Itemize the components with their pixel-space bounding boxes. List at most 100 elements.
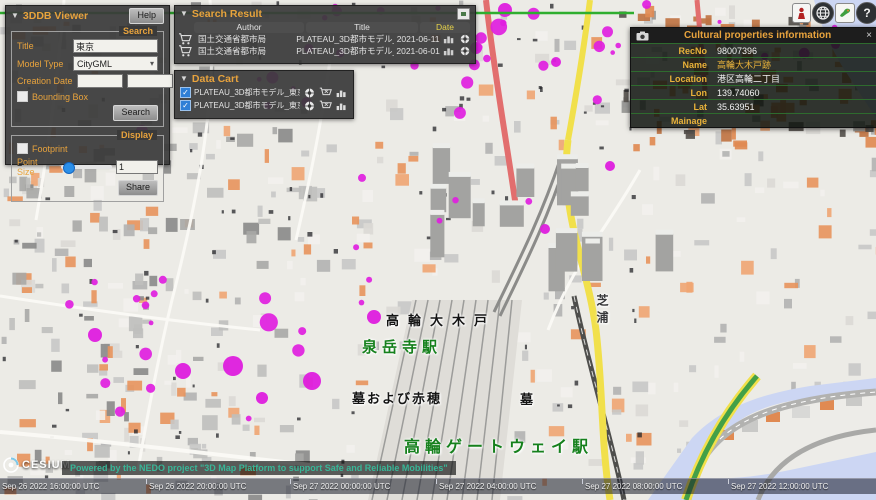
zoom-to-icon[interactable] xyxy=(303,100,316,112)
field-value: 98007396 xyxy=(717,46,757,56)
camera-icon[interactable] xyxy=(636,31,649,41)
field-label: Lon xyxy=(631,88,717,98)
add-to-cart-icon[interactable] xyxy=(178,33,192,45)
field-label: Lat xyxy=(631,102,717,112)
map-label-shibaura: 芝浦 xyxy=(594,294,611,328)
field-value: 139.74060 xyxy=(717,88,760,98)
map-label-takanawa-okido: 高輪大木戸 xyxy=(386,310,496,329)
collapse-icon[interactable]: ▼ xyxy=(180,10,188,18)
scene-mode-button[interactable] xyxy=(812,2,834,24)
creation-date-to-input[interactable] xyxy=(127,74,173,88)
map-label-grave: 墓 xyxy=(520,389,533,408)
timeline-tick-label: Sep 27 2022 04:00:00 UTC xyxy=(439,482,536,491)
result-title: PLATEAU_3D都市モデル_東京都… xyxy=(296,45,394,57)
model-type-value: CityGML xyxy=(77,59,150,69)
timeline-tick-label: Sep 27 2022 00:00:00 UTC xyxy=(293,482,390,491)
base-layer-picker-button[interactable] xyxy=(835,3,855,23)
timeline-tick-label: Sep 27 2022 08:00:00 UTC xyxy=(585,482,682,491)
cultural-legend-button[interactable] xyxy=(792,3,811,23)
map-label-takanawa-gateway-station: 高輪ゲートウェイ駅 xyxy=(404,433,593,457)
info-row: RecNo 98007396 xyxy=(631,43,876,57)
cultural-properties-panel: Cultural properties information × RecNo … xyxy=(630,27,876,128)
info-row: Name 高輪大木戸跡 xyxy=(631,57,876,71)
field-label: Mainage xyxy=(631,116,717,126)
timeline-tickmark xyxy=(146,479,147,484)
cart-item-label: PLATEAU_3D都市モデル_東京都… xyxy=(194,87,300,98)
cesium-logo[interactable]: CESIUM xyxy=(3,457,71,473)
metadata-icon[interactable] xyxy=(335,87,348,99)
zoom-to-icon[interactable] xyxy=(303,87,316,99)
panel-title: Data Cart xyxy=(192,73,348,85)
panel-title: 3DDB Viewer xyxy=(23,10,126,22)
point-size-input[interactable] xyxy=(116,160,158,174)
title-label: Title xyxy=(17,41,69,51)
search-button[interactable]: Search xyxy=(113,105,158,121)
collapse-icon[interactable]: ▼ xyxy=(180,75,188,83)
data-cart-panel: ▼ Data Cart ✓ PLATEAU_3D都市モデル_東京都… ✓ PLA… xyxy=(174,70,354,119)
metadata-icon[interactable] xyxy=(442,45,456,57)
timeline-tickmark xyxy=(436,479,437,484)
info-row: Lon 139.74060 xyxy=(631,85,876,99)
timeline-tick-label: Sep 27 2022 12:00:00 UTC xyxy=(731,482,828,491)
collapse-icon[interactable]: ▼ xyxy=(11,12,19,20)
display-legend: Display xyxy=(117,130,157,140)
add-to-cart-icon[interactable] xyxy=(178,45,192,57)
panel-title: Search Result xyxy=(192,8,453,20)
bounding-box-checkbox[interactable] xyxy=(17,91,28,102)
attribution-text: Powered by the NEDO project "3D Map Plat… xyxy=(62,461,456,475)
metadata-icon[interactable] xyxy=(335,100,348,112)
list-item[interactable]: ✓ PLATEAU_3D都市モデル_東京都… xyxy=(175,86,353,99)
field-value: 35.63951 xyxy=(717,102,755,112)
export-icon[interactable] xyxy=(457,8,470,20)
remove-from-cart-icon[interactable] xyxy=(319,87,332,99)
point-size-label: Point Size xyxy=(17,157,57,177)
column-header-author[interactable]: Author xyxy=(194,22,304,33)
creation-date-from-input[interactable] xyxy=(77,74,123,88)
result-date: 2021-06-11 xyxy=(396,34,440,44)
panel-title: Cultural properties information xyxy=(653,30,862,41)
cart-item-checkbox[interactable]: ✓ xyxy=(180,87,191,98)
result-date: 2021-06-01 xyxy=(396,46,440,56)
field-label: Location xyxy=(631,74,717,84)
timeline-tick-label: Sep 26 2022 20:00:00 UTC xyxy=(149,482,246,491)
list-item[interactable]: ✓ PLATEAU_3D都市モデル_東京都… xyxy=(175,99,353,112)
help-button[interactable]: Help xyxy=(129,8,164,24)
timeline-tickmark xyxy=(728,479,729,484)
metadata-icon[interactable] xyxy=(442,33,456,45)
point-size-slider[interactable] xyxy=(61,165,112,169)
bounding-box-label: Bounding Box xyxy=(32,92,88,102)
column-header-date[interactable]: Date xyxy=(420,22,470,33)
help-button[interactable]: ? xyxy=(856,2,876,24)
result-author: 国土交通省都市局 xyxy=(194,33,294,45)
model-type-label: Model Type xyxy=(17,59,69,69)
field-label: Name xyxy=(631,60,717,70)
timeline-tickmark xyxy=(290,479,291,484)
creation-date-label: Creation Date xyxy=(17,76,73,86)
share-button[interactable]: Share xyxy=(118,180,158,196)
zoom-to-icon[interactable] xyxy=(458,45,472,57)
timeline-tick-label: Sep 26 2022 16:00:00 UTC xyxy=(2,482,99,491)
remove-from-cart-icon[interactable] xyxy=(319,100,332,112)
timeline-scrubber[interactable]: Sep 26 2022 16:00:00 UTC Sep 26 2022 20:… xyxy=(0,478,876,494)
result-title: PLATEAU_3D都市モデル_東京都… xyxy=(296,33,394,45)
cesium-globe-icon xyxy=(3,457,19,473)
column-header-title[interactable]: Title xyxy=(306,22,418,33)
search-legend: Search xyxy=(119,26,157,36)
close-icon[interactable]: × xyxy=(866,31,872,41)
field-value: 港区高輪二丁目 xyxy=(717,72,780,85)
map-label-graves: 墓および赤穂 xyxy=(352,388,442,407)
timeline-tickmark xyxy=(582,479,583,484)
footprint-checkbox[interactable] xyxy=(17,143,28,154)
title-input[interactable] xyxy=(73,39,158,53)
japan-map-icon xyxy=(838,7,852,19)
footprint-label: Footprint xyxy=(32,144,68,154)
table-row[interactable]: 国土交通省都市局 PLATEAU_3D都市モデル_東京都… 2021-06-11 xyxy=(175,33,475,45)
table-row[interactable]: 国土交通省都市局 PLATEAU_3D都市モデル_東京都… 2021-06-01 xyxy=(175,45,475,57)
zoom-to-icon[interactable] xyxy=(458,33,472,45)
field-label: RecNo xyxy=(631,46,717,56)
app-window: 高輪大木戸 泉岳寺駅 墓および赤穂 墓 高輪ゲートウェイ駅 芝浦 ▼ 3DDB … xyxy=(0,0,876,500)
model-type-select[interactable]: CityGML ▾ xyxy=(73,56,158,71)
cart-item-checkbox[interactable]: ✓ xyxy=(180,100,191,111)
field-value: 高輪大木戸跡 xyxy=(717,58,771,71)
slider-knob[interactable] xyxy=(63,162,75,174)
